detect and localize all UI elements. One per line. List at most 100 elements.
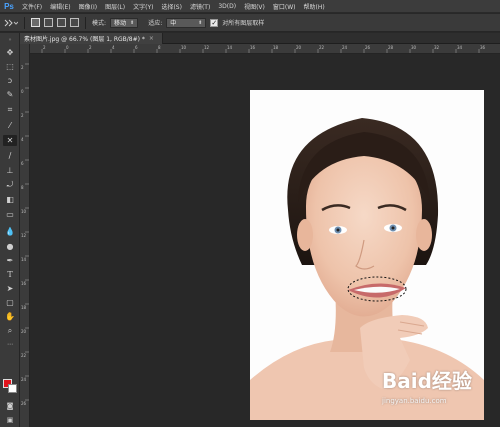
ruler-tick-label: 18 bbox=[273, 45, 279, 50]
ruler-tick-label: 4 bbox=[112, 45, 115, 50]
shape-tool[interactable]: ▢ bbox=[3, 297, 17, 308]
mode-label: 模式: bbox=[92, 20, 107, 27]
type-icon: T bbox=[7, 270, 13, 279]
lasso-tool[interactable]: ↄ bbox=[3, 75, 17, 86]
crop-icon: ⌗ bbox=[7, 104, 13, 114]
document-tab-bar: 素材图片.jpg @ 66.7% (图层 1, RGB/8#) * × bbox=[20, 33, 500, 44]
ruler-tick-label: 22 bbox=[21, 353, 27, 358]
quick-select-icon: ✎ bbox=[6, 90, 14, 99]
sample-all-layers-label: 对所有图层取样 bbox=[222, 20, 265, 27]
history-brush-tool[interactable]: ⤾ bbox=[3, 179, 17, 190]
ruler-tick-label: 2 bbox=[43, 45, 46, 50]
background-color-swatch[interactable] bbox=[8, 384, 17, 393]
ruler-tick-label: 24 bbox=[21, 377, 27, 382]
tool-preset-icon[interactable] bbox=[4, 17, 18, 28]
watermark-url: jingyan.baidu.com bbox=[382, 397, 447, 405]
crop-tool[interactable]: ⌗ bbox=[3, 104, 17, 115]
intersect-selection-icon[interactable] bbox=[70, 18, 79, 27]
hand-icon: ✋ bbox=[5, 312, 15, 321]
menu-select[interactable]: 选择(S) bbox=[157, 2, 186, 11]
new-selection-icon[interactable] bbox=[31, 18, 40, 27]
ruler-tick-label: 2 bbox=[21, 65, 24, 70]
ruler-tick-label: 14 bbox=[227, 45, 233, 50]
options-bar: 模式: 移动 ⬍ 适应: 中 ⬍ ✓ 对所有图层取样 bbox=[0, 14, 500, 32]
menu-file[interactable]: 文件(F) bbox=[18, 2, 46, 11]
ruler-tick-label: 10 bbox=[181, 45, 187, 50]
ruler-tick-label: 22 bbox=[319, 45, 325, 50]
close-icon[interactable]: × bbox=[149, 35, 154, 42]
path-select-tool[interactable]: ➤ bbox=[3, 283, 17, 294]
menu-bar: Ps 文件(F) 编辑(E) 图像(I) 图层(L) 文字(Y) 选择(S) 滤… bbox=[0, 0, 500, 13]
eyedropper-icon: ⁄ bbox=[9, 121, 11, 130]
more-tools-icon[interactable]: ⋯ bbox=[3, 339, 17, 350]
separator bbox=[85, 16, 86, 29]
hand-tool[interactable]: ✋ bbox=[3, 311, 17, 322]
ruler-tick-label: 2 bbox=[21, 113, 24, 118]
pen-icon: ✒ bbox=[6, 256, 14, 265]
ruler-tick-label: 36 bbox=[480, 45, 486, 50]
quick-mask-icon[interactable]: ◙ bbox=[3, 400, 17, 411]
dodge-icon: ● bbox=[6, 242, 14, 251]
menu-view[interactable]: 视图(V) bbox=[240, 2, 269, 11]
ruler-tick-label: 24 bbox=[342, 45, 348, 50]
ruler-tick-label: 34 bbox=[457, 45, 463, 50]
ruler-tick-label: 6 bbox=[21, 161, 24, 166]
zoom-tool[interactable]: ⌕ bbox=[3, 325, 17, 336]
eraser-tool[interactable]: ◧ bbox=[3, 194, 17, 205]
menu-type[interactable]: 文字(Y) bbox=[129, 2, 157, 11]
content-aware-move-icon: ✕ bbox=[6, 136, 14, 145]
ruler-tick-label: 20 bbox=[296, 45, 302, 50]
marquee-tool[interactable]: ⬚ bbox=[3, 61, 17, 72]
ruler-tick-label: 8 bbox=[21, 185, 24, 190]
ruler-tick-label: 16 bbox=[250, 45, 256, 50]
pen-tool[interactable]: ✒ bbox=[3, 255, 17, 266]
type-tool[interactable]: T bbox=[3, 269, 17, 280]
menu-image[interactable]: 图像(I) bbox=[75, 2, 101, 11]
add-selection-icon[interactable] bbox=[44, 18, 53, 27]
menu-3d[interactable]: 3D(D) bbox=[214, 3, 240, 10]
chevron-down-icon: ⬍ bbox=[198, 19, 203, 26]
clone-stamp-icon: ⊥ bbox=[6, 166, 14, 175]
menu-help[interactable]: 帮助(H) bbox=[300, 2, 329, 11]
blur-icon: 💧 bbox=[5, 227, 15, 236]
menu-window[interactable]: 窗口(W) bbox=[269, 2, 300, 11]
lasso-icon: ↄ bbox=[7, 76, 13, 85]
shape-icon: ▢ bbox=[6, 298, 14, 307]
ruler-tick-label: 26 bbox=[365, 45, 371, 50]
move-tool[interactable]: ✥ bbox=[3, 47, 17, 58]
watermark-text: Baid经验 bbox=[382, 369, 472, 393]
ruler-tick-label: 12 bbox=[204, 45, 210, 50]
mode-value: 移动 bbox=[114, 20, 127, 27]
ruler-ticks bbox=[41, 49, 480, 53]
adapt-dropdown[interactable]: 中 ⬍ bbox=[166, 17, 207, 28]
content-aware-move-tool[interactable]: ✕ bbox=[3, 135, 17, 146]
subtract-selection-icon[interactable] bbox=[57, 18, 66, 27]
screen-mode-icon[interactable]: ▣ bbox=[3, 414, 17, 425]
ruler-tick-label: 20 bbox=[21, 329, 27, 334]
move-icon: ✥ bbox=[6, 48, 14, 57]
collapse-icon[interactable]: » bbox=[3, 37, 17, 43]
clone-stamp-tool[interactable]: ⊥ bbox=[3, 165, 17, 176]
quick-select-tool[interactable]: ✎ bbox=[3, 89, 17, 100]
menu-filter[interactable]: 滤镜(T) bbox=[186, 2, 214, 11]
ruler-tick-label: 30 bbox=[411, 45, 417, 50]
sample-all-layers-checkbox[interactable]: ✓ bbox=[210, 18, 219, 27]
ruler-tick-label: 28 bbox=[388, 45, 394, 50]
menu-edit[interactable]: 编辑(E) bbox=[46, 2, 74, 11]
eyedropper-tool[interactable]: ⁄ bbox=[3, 120, 17, 131]
gradient-tool[interactable]: ▭ bbox=[3, 209, 17, 220]
ruler-tick-label: 6 bbox=[135, 45, 138, 50]
mode-dropdown[interactable]: 移动 ⬍ bbox=[110, 17, 139, 28]
dodge-tool[interactable]: ● bbox=[3, 241, 17, 252]
document-tab[interactable]: 素材图片.jpg @ 66.7% (图层 1, RGB/8#) * × bbox=[20, 33, 163, 44]
brush-icon: ∕ bbox=[8, 151, 12, 160]
vertical-ruler[interactable]: 2 0 2 4 6 8 10 12 14 16 18 20 22 24 26 bbox=[20, 44, 30, 427]
ruler-tick-label: 32 bbox=[434, 45, 440, 50]
ruler-tick-label: 14 bbox=[21, 257, 27, 262]
menu-layer[interactable]: 图层(L) bbox=[101, 2, 129, 11]
blur-tool[interactable]: 💧 bbox=[3, 226, 17, 237]
horizontal-ruler[interactable]: 2 0 2 4 6 8 10 12 14 16 18 20 22 24 26 2… bbox=[30, 44, 500, 54]
photoshop-logo[interactable]: Ps bbox=[0, 0, 18, 13]
marquee-icon: ⬚ bbox=[6, 62, 14, 71]
brush-tool[interactable]: ∕ bbox=[3, 150, 17, 161]
